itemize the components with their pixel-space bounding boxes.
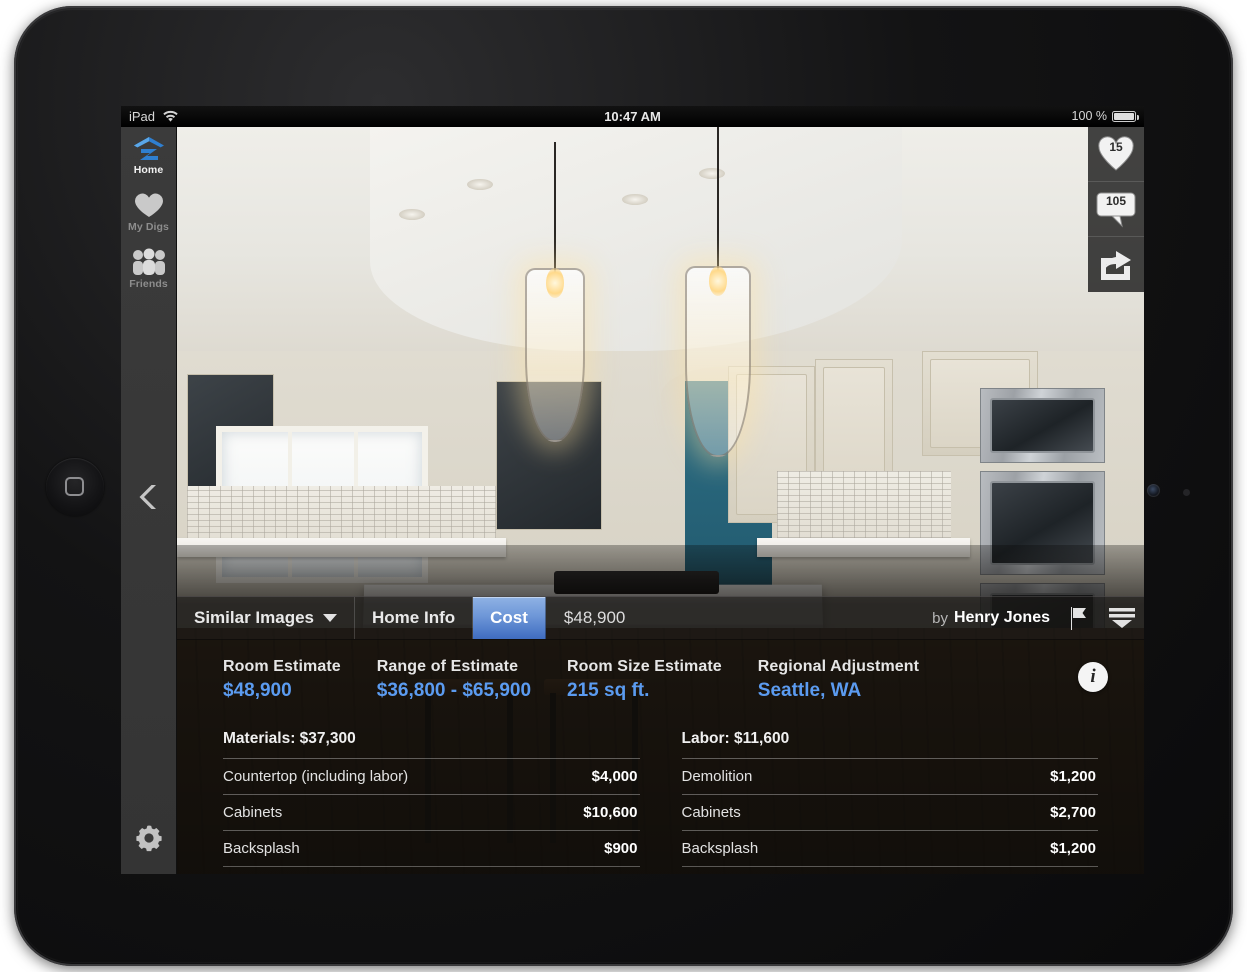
- summary-room-estimate: Room Estimate $48,900: [223, 658, 377, 702]
- byline-prefix: by: [932, 609, 948, 627]
- battery-full-icon: [1112, 111, 1139, 122]
- home-info-label: Home Info: [372, 608, 456, 627]
- status-clock: 10:47 AM: [604, 109, 661, 124]
- table-row-clipped: [223, 866, 640, 874]
- photo-byline[interactable]: by Henry Jones: [932, 597, 1056, 639]
- row-item: Cabinets: [681, 804, 741, 821]
- summary-room-size-estimate: Room Size Estimate 215 sq ft.: [567, 658, 758, 702]
- row-item: Demolition: [681, 768, 753, 785]
- row-item: Cabinets: [223, 804, 283, 821]
- row-amount: $4,000: [591, 768, 638, 785]
- cost-summary-row: Room Estimate $48,900 Range of Estimate …: [177, 640, 1144, 716]
- table-row: Demolition $1,200: [681, 758, 1098, 794]
- chevron-left-icon: [139, 485, 156, 509]
- cost-breakdown: Materials: $37,300 Countertop (including…: [177, 716, 1144, 874]
- summary-value: Seattle, WA: [757, 680, 862, 701]
- gear-icon: [135, 825, 162, 852]
- collapse-panel-icon: [1109, 608, 1135, 628]
- row-amount: $1,200: [1050, 840, 1096, 857]
- photo-backsplash: [186, 485, 497, 546]
- summary-range-of-estimate: Range of Estimate $36,800 - $65,900: [377, 658, 567, 702]
- collapse-panel-button[interactable]: [1100, 597, 1144, 639]
- ipad-screen: iPad 10:47 AM 100 % Home My Digs Friends…: [121, 106, 1144, 874]
- labor-heading: Labor: $11,600: [681, 730, 790, 747]
- like-count: 15: [1109, 140, 1123, 154]
- back-button[interactable]: [121, 482, 176, 517]
- ipad-home-button[interactable]: [46, 458, 104, 516]
- row-item: Backsplash: [681, 840, 759, 857]
- front-camera: [1147, 484, 1160, 497]
- table-row: Backsplash $900: [223, 830, 640, 866]
- photo-ceiling-vault: [370, 127, 903, 352]
- row-amount: $1,200: [1050, 768, 1096, 785]
- like-button[interactable]: 15: [1088, 127, 1144, 182]
- photo-price: $48,900: [563, 608, 626, 627]
- labor-column: Labor: $11,600 Demolition $1,200 Cabinet…: [681, 730, 1098, 874]
- ambient-light-sensor: [1183, 489, 1190, 496]
- sidebar-item-friends[interactable]: Friends: [121, 239, 176, 296]
- sidebar-item-label: My Digs: [128, 221, 169, 233]
- summary-value: 215 sq ft.: [567, 680, 650, 701]
- row-item: Countertop (including labor): [223, 768, 409, 785]
- settings-button[interactable]: [121, 823, 176, 858]
- summary-label: Room Estimate: [223, 658, 341, 675]
- tab-home-info[interactable]: Home Info: [355, 597, 474, 639]
- action-bar-spacer: [643, 597, 932, 639]
- photo-microwave: [979, 388, 1106, 464]
- summary-value: $48,900: [223, 680, 292, 701]
- chevron-down-icon: [323, 614, 338, 622]
- home-button-square-icon: [65, 477, 84, 496]
- byline-author: Henry Jones: [953, 609, 1050, 626]
- social-action-rail: 15 105: [1088, 127, 1144, 292]
- table-row-clipped: [681, 866, 1098, 874]
- row-amount: $2,700: [1050, 804, 1096, 821]
- summary-label: Range of Estimate: [376, 658, 519, 675]
- sidebar-item-label: Friends: [129, 278, 168, 290]
- table-row: Cabinets $10,600: [223, 794, 640, 830]
- similar-images-dropdown[interactable]: Similar Images: [177, 597, 356, 639]
- summary-regional-adjustment: Regional Adjustment Seattle, WA: [758, 658, 955, 702]
- share-arrow-icon: [1101, 250, 1131, 280]
- materials-column: Materials: $37,300 Countertop (including…: [223, 730, 640, 874]
- sidebar-item-my-digs[interactable]: My Digs: [121, 182, 176, 239]
- info-icon[interactable]: i: [1078, 662, 1108, 692]
- table-row: Cabinets $2,700: [681, 794, 1098, 830]
- photo-pendant-light: [684, 127, 751, 457]
- sidebar-item-label: Home: [133, 164, 164, 176]
- comments-button[interactable]: 105: [1088, 182, 1144, 237]
- report-button[interactable]: [1056, 597, 1100, 639]
- photo-action-bar: Similar Images Home Info Cost $48,900 by…: [177, 596, 1144, 640]
- photo-pendant-light: [525, 141, 586, 442]
- flag-icon: [1071, 607, 1086, 630]
- summary-label: Regional Adjustment: [757, 658, 920, 675]
- row-amount: $10,600: [583, 804, 638, 821]
- summary-value: $36,800 - $65,900: [376, 680, 532, 701]
- comment-count: 105: [1105, 194, 1127, 208]
- zillow-home-logo-icon: [133, 137, 164, 160]
- ipad-device: iPad 10:47 AM 100 % Home My Digs Friends…: [14, 6, 1233, 966]
- battery-percent-label: 100 %: [1071, 109, 1107, 123]
- similar-images-label: Similar Images: [194, 608, 315, 627]
- table-row: Backsplash $1,200: [681, 830, 1098, 866]
- app-sidebar: Home My Digs Friends: [121, 127, 177, 874]
- sidebar-item-home[interactable]: Home: [121, 127, 176, 182]
- materials-heading: Materials: $37,300: [223, 730, 356, 747]
- people-group-icon: [132, 248, 165, 275]
- summary-label: Room Size Estimate: [567, 658, 722, 675]
- heart-icon: [134, 193, 163, 217]
- cost-label: Cost: [490, 608, 528, 627]
- tab-cost[interactable]: Cost: [473, 597, 546, 639]
- share-button[interactable]: [1088, 237, 1144, 292]
- table-row: Countertop (including labor) $4,000: [223, 758, 640, 794]
- ios-status-bar: iPad 10:47 AM 100 %: [121, 106, 1144, 127]
- row-item: Backsplash: [223, 840, 300, 857]
- row-amount: $900: [604, 840, 638, 857]
- cost-detail-panel: Room Estimate $48,900 Range of Estimate …: [177, 640, 1144, 874]
- photo-backsplash: [776, 470, 951, 538]
